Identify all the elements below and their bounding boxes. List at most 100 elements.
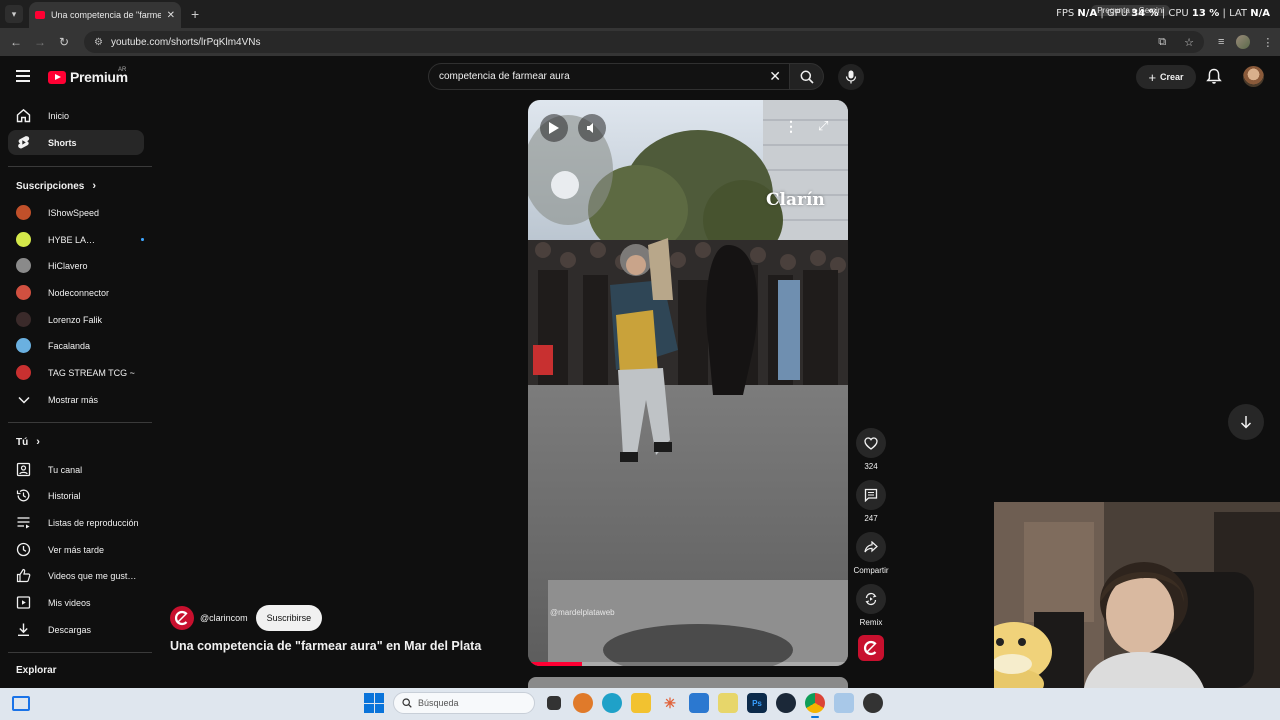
sidebar-divider bbox=[8, 652, 152, 653]
progress-track[interactable] bbox=[528, 662, 848, 666]
account-avatar[interactable] bbox=[1243, 66, 1264, 87]
subscriptions-heading[interactable]: Suscripciones › bbox=[16, 180, 96, 192]
next-short-preview[interactable] bbox=[528, 677, 848, 688]
remix-action[interactable]: Remix bbox=[853, 584, 889, 627]
youtube-play-logo-icon bbox=[48, 70, 66, 84]
sidebar-item-historial[interactable]: Historial bbox=[8, 483, 144, 508]
file-explorer-icon[interactable] bbox=[631, 693, 651, 713]
sidebar-item-subscription[interactable]: HYBE LABELS bbox=[8, 227, 144, 252]
voice-search-button[interactable] bbox=[838, 64, 864, 90]
share-label: Compartir bbox=[853, 566, 889, 575]
photoshop-icon[interactable]: Ps bbox=[747, 693, 767, 713]
youtube-premium-logo[interactable]: Premium bbox=[48, 69, 128, 85]
sidebar-item-label: Historial bbox=[48, 490, 81, 501]
sidebar-item-subscription[interactable]: TAG STREAM TCG ~ bbox=[8, 360, 144, 385]
plus-icon: + bbox=[1148, 69, 1157, 85]
browser-menu-icon[interactable]: ⋮ bbox=[1262, 36, 1273, 49]
sidebar-item-mis-videos[interactable]: Mis videos bbox=[8, 590, 144, 615]
subscribe-button[interactable]: Suscribirse bbox=[255, 605, 323, 631]
comment-count: 247 bbox=[864, 514, 878, 523]
sidebar-item-inicio[interactable]: Inicio bbox=[8, 103, 144, 128]
clarin-watermark: Clarín bbox=[766, 190, 825, 210]
clear-search-icon[interactable]: ✕ bbox=[769, 68, 781, 85]
sidebar-item-descargas[interactable]: Descargas bbox=[8, 617, 144, 642]
notifications-bell-icon[interactable] bbox=[1206, 68, 1222, 90]
back-arrow-icon[interactable]: ← bbox=[4, 35, 28, 49]
widgets-icon[interactable] bbox=[12, 696, 30, 711]
sound-action[interactable] bbox=[853, 635, 889, 661]
browser-tab-active[interactable]: Una competencia de "farmear a ✕ bbox=[29, 2, 181, 28]
search-button[interactable] bbox=[790, 63, 824, 90]
steam-icon[interactable] bbox=[776, 693, 796, 713]
edge-browser-icon[interactable] bbox=[602, 693, 622, 713]
new-tab-button[interactable]: + bbox=[191, 6, 199, 22]
you-heading[interactable]: Tú › bbox=[16, 436, 40, 448]
short-title[interactable]: Una competencia de "farmear aura" en Mar… bbox=[170, 639, 481, 653]
sidebar-item-subscription[interactable]: Facalanda bbox=[8, 333, 144, 358]
browser-app-icon[interactable] bbox=[573, 693, 593, 713]
search-input[interactable]: competencia de farmear aura ✕ bbox=[428, 63, 790, 90]
tab-close-icon[interactable]: ✕ bbox=[167, 10, 175, 21]
image-viewer-icon[interactable] bbox=[834, 693, 854, 713]
sidebar-item-listas[interactable]: Listas de reproducción bbox=[8, 510, 144, 535]
sidebar-item-ver-mas-tarde[interactable]: Ver más tarde bbox=[8, 537, 144, 562]
play-icon bbox=[549, 122, 559, 134]
taskbar-search-placeholder: Búsqueda bbox=[418, 698, 459, 708]
browser-profile-avatar[interactable] bbox=[1236, 35, 1251, 49]
app-star-icon[interactable]: ✳ bbox=[660, 693, 680, 713]
window-app-icon[interactable] bbox=[689, 693, 709, 713]
notes-app-icon[interactable] bbox=[718, 693, 738, 713]
comments-button[interactable] bbox=[856, 480, 886, 510]
sidebar-item-label: Ver más tarde bbox=[48, 544, 105, 555]
share-button[interactable] bbox=[856, 532, 886, 562]
hamburger-menu-icon[interactable] bbox=[16, 70, 30, 82]
site-info-icon[interactable]: ⚙ bbox=[94, 37, 103, 48]
chrome-icon[interactable] bbox=[805, 693, 825, 718]
next-short-button[interactable] bbox=[1228, 404, 1264, 440]
channel-avatar bbox=[16, 258, 31, 273]
sidebar-item-tu-canal[interactable]: Tu canal bbox=[8, 457, 144, 482]
play-button[interactable] bbox=[540, 114, 568, 142]
tab-title: Una competencia de "farmear a bbox=[51, 10, 161, 20]
fullscreen-icon[interactable]: ⤢ bbox=[818, 118, 828, 134]
sidebar-item-label: Tu canal bbox=[48, 464, 83, 475]
create-button[interactable]: + Crear bbox=[1136, 65, 1196, 89]
bookmark-star-icon[interactable]: ☆ bbox=[1184, 36, 1194, 49]
comment-icon bbox=[864, 488, 878, 502]
tab-search-button[interactable]: ▾ bbox=[5, 5, 23, 23]
forward-arrow-icon[interactable]: → bbox=[28, 35, 52, 49]
channel-handle[interactable]: @clarincom bbox=[200, 613, 248, 623]
reading-list-icon[interactable]: ≡ bbox=[1218, 36, 1224, 48]
like-action[interactable]: 324 bbox=[853, 428, 889, 471]
sidebar-item-subscription[interactable]: IShowSpeed bbox=[8, 200, 144, 225]
address-bar[interactable]: ⚙ youtube.com/shorts/lrPqKlm4VNs ⧉ ☆ bbox=[84, 31, 1204, 53]
taskbar-search[interactable]: Búsqueda bbox=[393, 692, 535, 714]
video-credit: @mardelplataweb bbox=[550, 608, 615, 617]
sidebar-item-shorts[interactable]: Shorts bbox=[8, 130, 144, 155]
sidebar-item-subscription[interactable]: HiClavero bbox=[8, 253, 144, 278]
sidebar-item-show-more[interactable]: Mostrar más bbox=[8, 387, 144, 412]
sound-thumbnail[interactable] bbox=[858, 635, 884, 661]
start-menu-icon[interactable] bbox=[364, 693, 384, 713]
fps-label: FPS bbox=[1056, 8, 1075, 19]
short-video-player[interactable]: ⋮ ⤢ Clarín @mardelplataweb bbox=[528, 100, 848, 666]
volume-button[interactable] bbox=[578, 114, 606, 142]
channel-logo-avatar[interactable] bbox=[170, 606, 194, 630]
more-options-icon[interactable]: ⋮ bbox=[784, 118, 798, 135]
sidebar-item-videos-gustados[interactable]: Videos que me gustaron bbox=[8, 563, 144, 588]
sidebar-item-subscription[interactable]: Nodeconnector bbox=[8, 280, 144, 305]
channel-avatar bbox=[16, 232, 31, 247]
channel-avatar bbox=[16, 285, 31, 300]
sidebar-item-subscription[interactable]: Lorenzo Falik bbox=[8, 307, 144, 332]
remix-button[interactable] bbox=[856, 584, 886, 614]
clarin-logo-icon bbox=[175, 610, 188, 626]
reload-icon[interactable]: ↻ bbox=[52, 35, 76, 49]
discord-app-icon[interactable] bbox=[863, 693, 883, 713]
install-app-icon[interactable]: ⧉ bbox=[1158, 36, 1166, 49]
share-action[interactable]: Compartir bbox=[853, 532, 889, 575]
chevron-right-icon: › bbox=[92, 180, 97, 192]
task-view-icon[interactable] bbox=[547, 696, 561, 710]
comment-action[interactable]: 247 bbox=[853, 480, 889, 523]
like-button[interactable] bbox=[856, 428, 886, 458]
lat-value: N/A bbox=[1250, 8, 1270, 19]
